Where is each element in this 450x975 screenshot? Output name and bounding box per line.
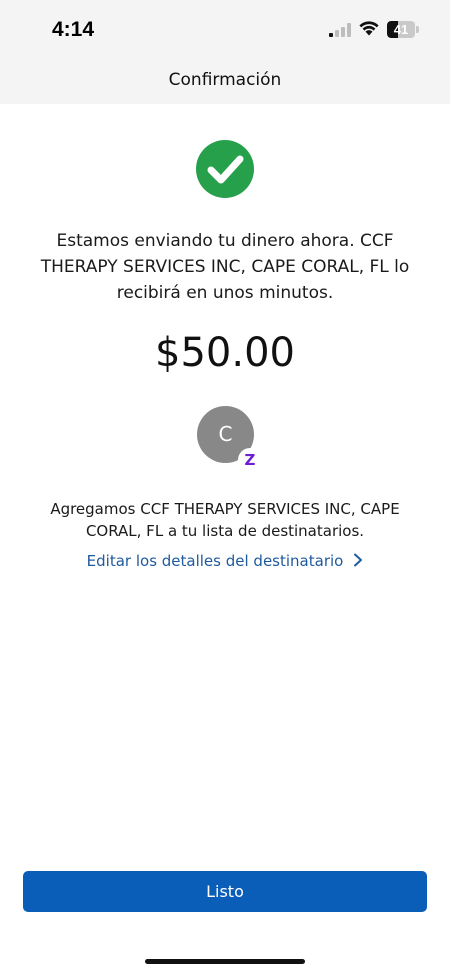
status-bar: 4:14 41 (0, 0, 450, 58)
zelle-icon: Z (238, 448, 262, 472)
status-time: 4:14 (52, 18, 95, 41)
wifi-icon (359, 21, 379, 36)
cellular-signal-icon (329, 23, 351, 37)
recipient-added-text: Agregamos CCF THERAPY SERVICES INC, CAPE… (50, 500, 400, 540)
page-title: Confirmación (168, 70, 282, 90)
confirmation-message: Estamos enviando tu dinero ahora. CCF TH… (40, 231, 410, 303)
home-indicator (145, 959, 305, 964)
chevron-right-icon (353, 549, 363, 573)
zelle-badge-glyph: Z (244, 451, 256, 469)
battery-level: 41 (393, 22, 409, 37)
done-button[interactable]: Listo (23, 871, 427, 912)
check-circle-icon (196, 140, 254, 198)
edit-recipient-link-label[interactable]: Editar los detalles del destinatario (87, 552, 344, 570)
nav-bar: Confirmación (0, 58, 450, 104)
amount-value: $50.00 (155, 330, 295, 376)
battery-icon: 41 (387, 21, 419, 38)
edit-recipient-link[interactable]: Editar los detalles del destinatario (0, 549, 450, 573)
